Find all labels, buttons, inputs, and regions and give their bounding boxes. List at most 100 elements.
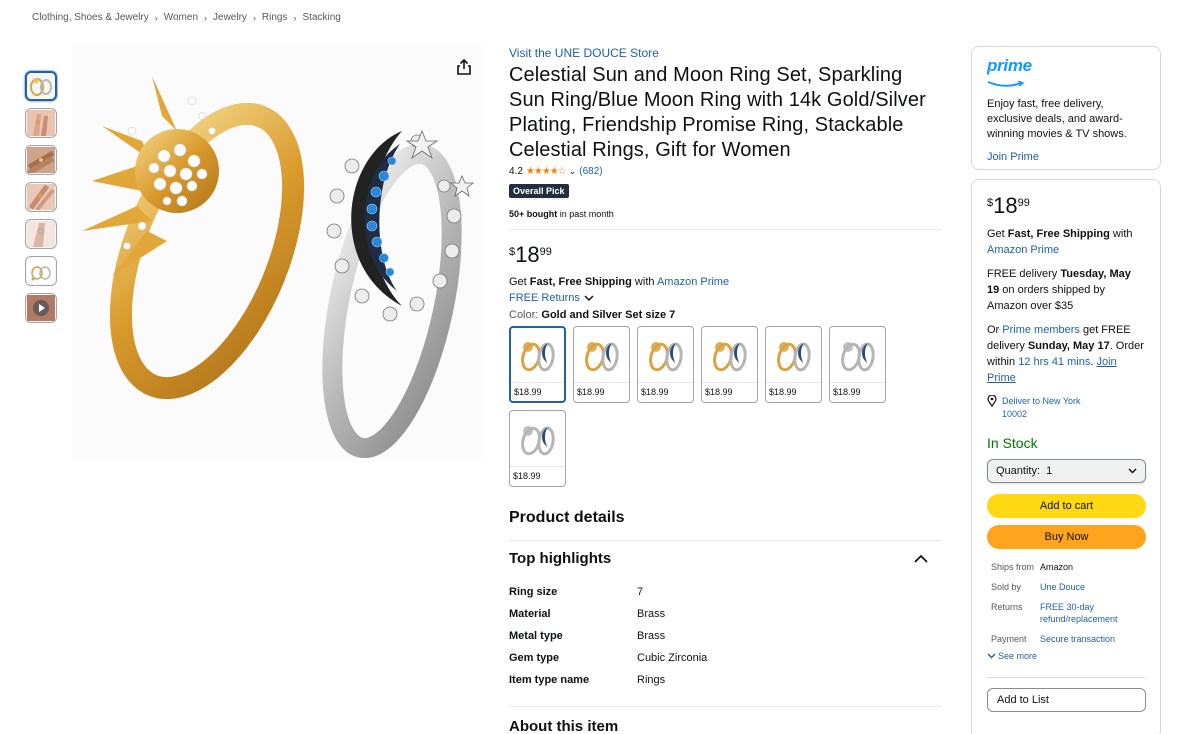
divider <box>987 677 1145 678</box>
add-to-cart-button[interactable]: Add to cart <box>987 494 1146 518</box>
swatch-image <box>830 327 885 383</box>
breadcrumb-item[interactable]: Jewelry <box>213 12 247 23</box>
color-swatch[interactable]: $18.99 <box>573 326 630 403</box>
highlights-table: Ring size 7 Material Brass Metal type Brass Ge… <box>509 586 707 696</box>
free-returns-link[interactable]: FREE Returns <box>509 292 580 304</box>
amazon-prime-link[interactable]: Amazon Prime <box>987 244 1059 256</box>
delivery-text: on orders shipped by Amazon over $35 <box>987 284 1106 312</box>
quantity-label: Quantity: <box>996 465 1041 477</box>
sold-by-row: Sold by Une Douce <box>987 581 1145 593</box>
join-prime-link[interactable]: Join Prime <box>987 151 1145 163</box>
sold-by-link[interactable]: Une Douce <box>1040 581 1140 593</box>
swatch-price: $18.99 <box>705 387 733 397</box>
chevron-down-icon <box>987 653 996 659</box>
price-fraction: 99 <box>1017 197 1030 209</box>
quantity-value: 1 <box>1046 465 1053 477</box>
thumbnail-5[interactable] <box>25 219 57 249</box>
color-swatch[interactable]: $18.99 <box>509 410 566 487</box>
swatch-image <box>510 411 565 467</box>
rating-row: 4.2 ★★★★☆ ⌄ (682) <box>509 166 942 177</box>
color-value: Gold and Silver Set size 7 <box>541 309 676 321</box>
prime-promo-card: prime Enjoy fast, free delivery, exclusi… <box>971 46 1161 170</box>
amazon-prime-link[interactable]: Amazon Prime <box>657 276 729 288</box>
ring-variant-icon <box>776 341 811 371</box>
chevron-down-icon[interactable]: ⌄ <box>569 166 577 177</box>
buy-now-button[interactable]: Buy Now <box>987 525 1146 549</box>
hand-thumbnail-icon <box>27 184 55 210</box>
free-returns[interactable]: FREE Returns <box>509 292 942 304</box>
highlight-value: Rings <box>637 674 666 686</box>
price-fraction: 99 <box>539 246 552 258</box>
see-more-toggle[interactable]: See more <box>987 651 1145 661</box>
shipping-text: with <box>631 276 657 288</box>
color-swatch[interactable]: $18.99 <box>829 326 886 403</box>
star-rating-icon[interactable]: ★★★★☆ <box>526 166 567 177</box>
breadcrumb-item[interactable]: Rings <box>262 12 288 23</box>
prime-smile-icon <box>987 80 1025 87</box>
returns-link[interactable]: FREE 30-day refund/replacement <box>1040 601 1140 625</box>
thumbnail-6[interactable] <box>25 256 57 286</box>
deliver-to-text[interactable]: Deliver to New York 10002 <box>1002 395 1102 421</box>
about-heading: About this item <box>509 718 619 734</box>
ring-variant-icon <box>584 341 619 371</box>
ring-variant-icon <box>520 425 555 455</box>
swatch-image <box>511 328 564 383</box>
color-swatches: $18.99 $18.99 $18.99 $18.99 $18.99 $18.99 $18.… <box>509 326 909 487</box>
breadcrumb-item[interactable]: Stacking <box>303 12 341 23</box>
shipping-bold: Fast, Free Shipping <box>529 276 632 288</box>
delivery-info: FREE delivery Tuesday, May 19 on orders … <box>987 266 1145 314</box>
breadcrumb-item[interactable]: Women <box>164 12 198 23</box>
chevron-right-icon: › <box>204 12 208 23</box>
shipping-text: with <box>1109 228 1133 240</box>
delivery-text: Or <box>987 324 1003 336</box>
top-highlights-toggle[interactable]: Top highlights <box>509 540 942 567</box>
thumbnail-3[interactable] <box>25 145 57 175</box>
highlight-row: Item type name Rings <box>509 674 707 696</box>
chevron-right-icon: › <box>252 12 256 23</box>
color-swatch[interactable]: $18.99 <box>637 326 694 403</box>
payment-link[interactable]: Secure transaction <box>1040 633 1140 645</box>
swatch-image <box>766 327 821 383</box>
sun-moon-rings-image <box>82 76 475 459</box>
color-label: Color: <box>509 309 542 321</box>
ring-thumbnail-icon <box>27 258 55 284</box>
chevron-down-icon[interactable] <box>584 294 594 302</box>
price-whole: 18 <box>515 242 540 267</box>
breadcrumb-item[interactable]: Clothing, Shoes & Jewelry <box>32 12 149 23</box>
delivery-text: FREE delivery <box>987 268 1061 280</box>
prime-members-link[interactable]: Prime members <box>1002 324 1080 336</box>
shipping-text: Get <box>987 228 1008 240</box>
thumbnail-video[interactable] <box>25 293 57 323</box>
add-to-list-button[interactable]: Add to List <box>987 688 1146 712</box>
swatch-price: $18.99 <box>833 387 861 397</box>
returns-label: Returns <box>991 602 1023 612</box>
quantity-select[interactable]: Quantity: 1 <box>987 459 1146 483</box>
chevron-right-icon: › <box>293 12 297 23</box>
swatch-image <box>702 327 757 383</box>
color-swatch[interactable]: $18.99 <box>701 326 758 403</box>
ships-from-label: Ships from <box>991 562 1035 572</box>
share-icon[interactable] <box>455 58 473 76</box>
thumbnail-4[interactable] <box>25 182 57 212</box>
divider <box>509 706 942 707</box>
highlight-key: Metal type <box>509 630 563 642</box>
main-product-image[interactable] <box>72 46 485 459</box>
thumbnail-2[interactable] <box>25 108 57 138</box>
ring-variant-icon <box>648 341 683 371</box>
store-link[interactable]: Visit the UNE DOUCE Store <box>509 46 942 60</box>
thumbnail-1[interactable] <box>25 71 57 101</box>
review-count-link[interactable]: (682) <box>579 166 602 177</box>
chevron-down-icon <box>1128 468 1137 474</box>
chevron-up-icon[interactable] <box>914 554 928 563</box>
bought-count-bold: 50+ bought <box>509 209 558 219</box>
swatch-image <box>574 327 629 383</box>
deliver-to-location[interactable]: Deliver to New York 10002 <box>987 395 1145 421</box>
color-swatch[interactable]: $18.99 <box>765 326 822 403</box>
color-swatch[interactable]: $18.99 <box>509 326 566 403</box>
highlight-key: Gem type <box>509 652 560 664</box>
play-icon <box>27 295 55 321</box>
hand-thumbnail-icon <box>27 147 55 173</box>
highlight-key: Material <box>509 608 551 620</box>
location-pin-icon <box>987 395 997 407</box>
product-info: Visit the UNE DOUCE Store Celestial Sun … <box>509 46 942 487</box>
